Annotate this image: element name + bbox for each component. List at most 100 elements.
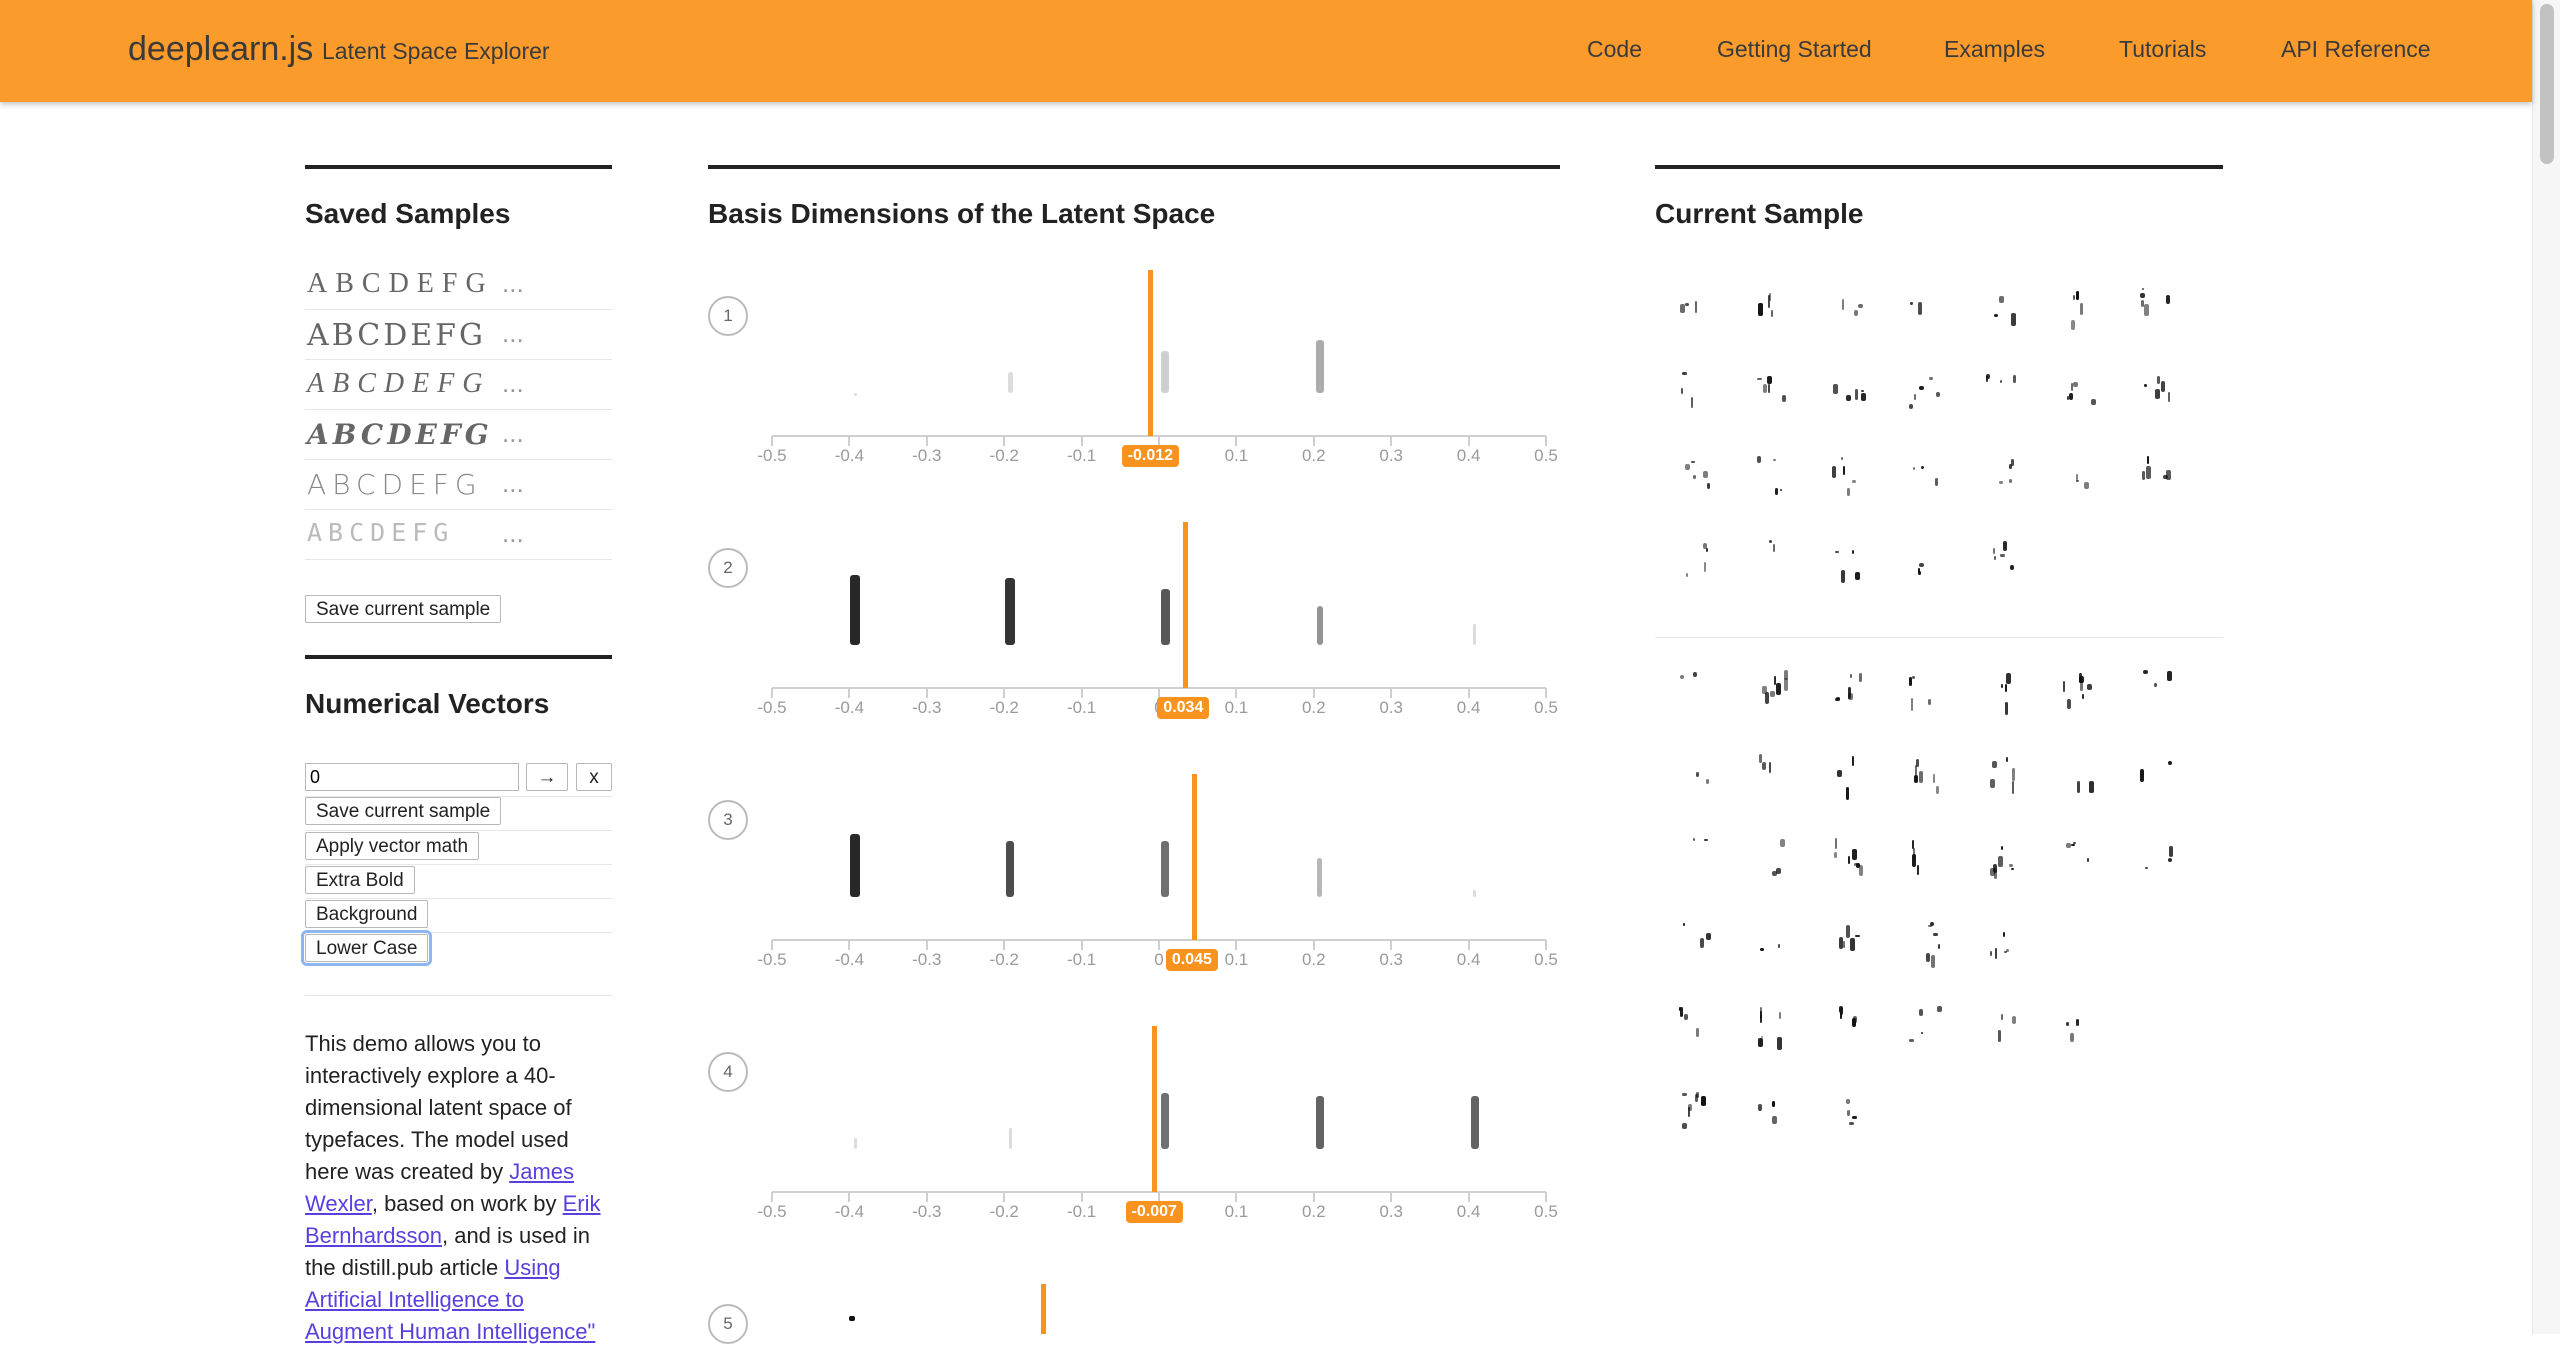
sample-glyph-fragment	[1855, 389, 1858, 400]
lower-case-vector-button[interactable]: Lower Case	[300, 930, 433, 966]
vector-go-button[interactable]: →	[526, 763, 568, 791]
nav-code[interactable]: Code	[1587, 36, 1642, 63]
saved-sample-row[interactable]: ABCDEFG ...	[305, 360, 612, 410]
sample-glyph-fragment	[1928, 925, 1932, 927]
axis-tick	[1390, 436, 1393, 446]
glyph-preview	[850, 834, 861, 897]
vector-clear-button[interactable]: x	[576, 763, 612, 791]
sample-glyph-fragment	[1762, 762, 1766, 770]
sample-glyph-fragment	[1696, 772, 1699, 777]
vector-index-input[interactable]	[305, 763, 519, 791]
saved-sample-row[interactable]: ABCDEFG ...	[305, 510, 612, 560]
sample-glyph-fragment	[2140, 773, 2144, 775]
saved-sample-row[interactable]: ABCDEFG ...	[305, 410, 612, 460]
sample-glyph-fragment	[2077, 781, 2080, 793]
sample-glyph-fragment	[2003, 541, 2007, 551]
save-current-sample-button[interactable]: Save current sample	[305, 595, 502, 623]
sample-glyph-fragment	[2089, 781, 2094, 793]
apply-vector-math-button[interactable]: Apply vector math	[305, 832, 480, 860]
axis-tick	[848, 1192, 851, 1202]
sample-glyph-fragment	[2001, 684, 2003, 688]
glyph-preview	[1007, 372, 1013, 393]
sample-glyph-fragment	[2005, 702, 2008, 715]
sample-glyph-fragment	[1834, 852, 1837, 858]
dimension-slider-handle[interactable]	[1151, 1026, 1157, 1192]
axis-tick-label: 0.4	[1456, 698, 1481, 717]
sample-glyph-fragment	[2168, 858, 2172, 862]
sample-glyph-fragment	[1919, 563, 1924, 567]
sample-glyph-fragment	[2080, 303, 2083, 315]
nav-api-reference[interactable]: API Reference	[2281, 36, 2431, 63]
dimension-slider-handle[interactable]	[1191, 774, 1197, 940]
sample-glyph-fragment	[1767, 376, 1772, 384]
axis-tick-label: -0.3	[912, 446, 942, 465]
sample-glyph-fragment	[1850, 938, 1855, 951]
sample-glyph-fragment	[2140, 293, 2145, 298]
current-sample-rule	[1655, 165, 2223, 169]
background-vector-button[interactable]: Background	[305, 900, 429, 928]
saved-sample-row[interactable]: ABCDEFG ...	[305, 260, 612, 310]
glyph-preview	[1160, 589, 1170, 645]
axis-tick-label: -0.4	[834, 950, 865, 969]
divider	[305, 830, 612, 831]
sample-glyph-fragment	[2161, 381, 2165, 392]
sample-glyph-fragment	[2140, 769, 2144, 782]
sample-glyph-fragment	[1861, 390, 1864, 392]
nav-tutorials[interactable]: Tutorials	[2119, 36, 2206, 63]
page-scrollbar[interactable]	[2532, 0, 2560, 1334]
axis-tick	[1545, 1192, 1547, 1202]
axis-tick-label: 0.2	[1301, 698, 1326, 717]
sample-glyph-fragment	[1848, 856, 1850, 864]
saved-sample-row[interactable]: ABCDEFG ...	[305, 310, 612, 360]
sample-glyph-fragment	[2066, 1022, 2069, 1026]
scrollbar-thumb[interactable]	[2540, 4, 2554, 164]
nav-examples[interactable]: Examples	[1944, 36, 2045, 63]
axis-tick	[1467, 688, 1470, 698]
brand-logo[interactable]: deeplearn.js	[128, 30, 313, 69]
axis-tick	[1467, 940, 1470, 950]
axis-tick	[771, 940, 773, 950]
sample-glyph-fragment	[2012, 781, 2014, 794]
axis-tick	[1545, 436, 1547, 446]
sample-glyph-fragment	[2154, 683, 2157, 687]
glyph-preview	[1006, 841, 1015, 897]
dimension-index-circle: 1	[708, 296, 748, 336]
sample-glyph-fragment	[1682, 1123, 1687, 1129]
glyph-preview	[1161, 841, 1169, 897]
sample-glyph-fragment	[1769, 540, 1772, 543]
dimension-slider-handle[interactable]	[1183, 522, 1189, 688]
sample-glyph-fragment	[1760, 948, 1764, 951]
sample-glyph-fragment	[1686, 573, 1688, 577]
axis-tick	[1312, 1192, 1315, 1202]
axis-tick	[1390, 688, 1393, 698]
basis-rule	[708, 165, 1560, 169]
axis-tick	[848, 940, 851, 950]
sample-glyph-fragment	[2000, 554, 2005, 557]
saved-sample-row[interactable]: ABCDEFG ...	[305, 460, 612, 510]
sample-glyph-fragment	[2157, 376, 2160, 384]
sample-glyph-fragment	[1772, 1101, 1775, 1107]
dimension-slider-handle[interactable]	[1040, 1284, 1046, 1334]
axis-tick-label: 0.4	[1456, 446, 1481, 465]
sample-glyph-fragment	[2143, 670, 2148, 674]
sample-glyph-fragment	[2011, 868, 2014, 870]
sample-glyph-fragment	[1770, 691, 1775, 697]
axis-tick-label: 0.4	[1456, 950, 1481, 969]
sample-glyph-fragment	[1914, 394, 1916, 400]
axis-tick	[771, 688, 773, 698]
sample-glyph-fragment	[1703, 543, 1707, 549]
dimension-slider-handle[interactable]	[1147, 270, 1153, 436]
sample-glyph-fragment	[1986, 376, 1988, 382]
sample-glyph-fragment	[1680, 304, 1685, 313]
vector-save-current-sample-button[interactable]: Save current sample	[305, 797, 502, 825]
axis-tick	[1003, 940, 1006, 950]
glyph-preview	[1473, 890, 1477, 897]
axis-tick-label: 0.2	[1301, 446, 1326, 465]
glyph-preview	[850, 575, 861, 645]
extra-bold-vector-button[interactable]: Extra Bold	[305, 866, 415, 894]
sample-letters: ABCDEFG	[307, 518, 455, 547]
sample-glyph-fragment	[1836, 697, 1840, 700]
sample-glyph-fragment	[2079, 673, 2082, 683]
nav-getting-started[interactable]: Getting Started	[1717, 36, 1872, 63]
sample-glyph-fragment	[1784, 678, 1788, 691]
